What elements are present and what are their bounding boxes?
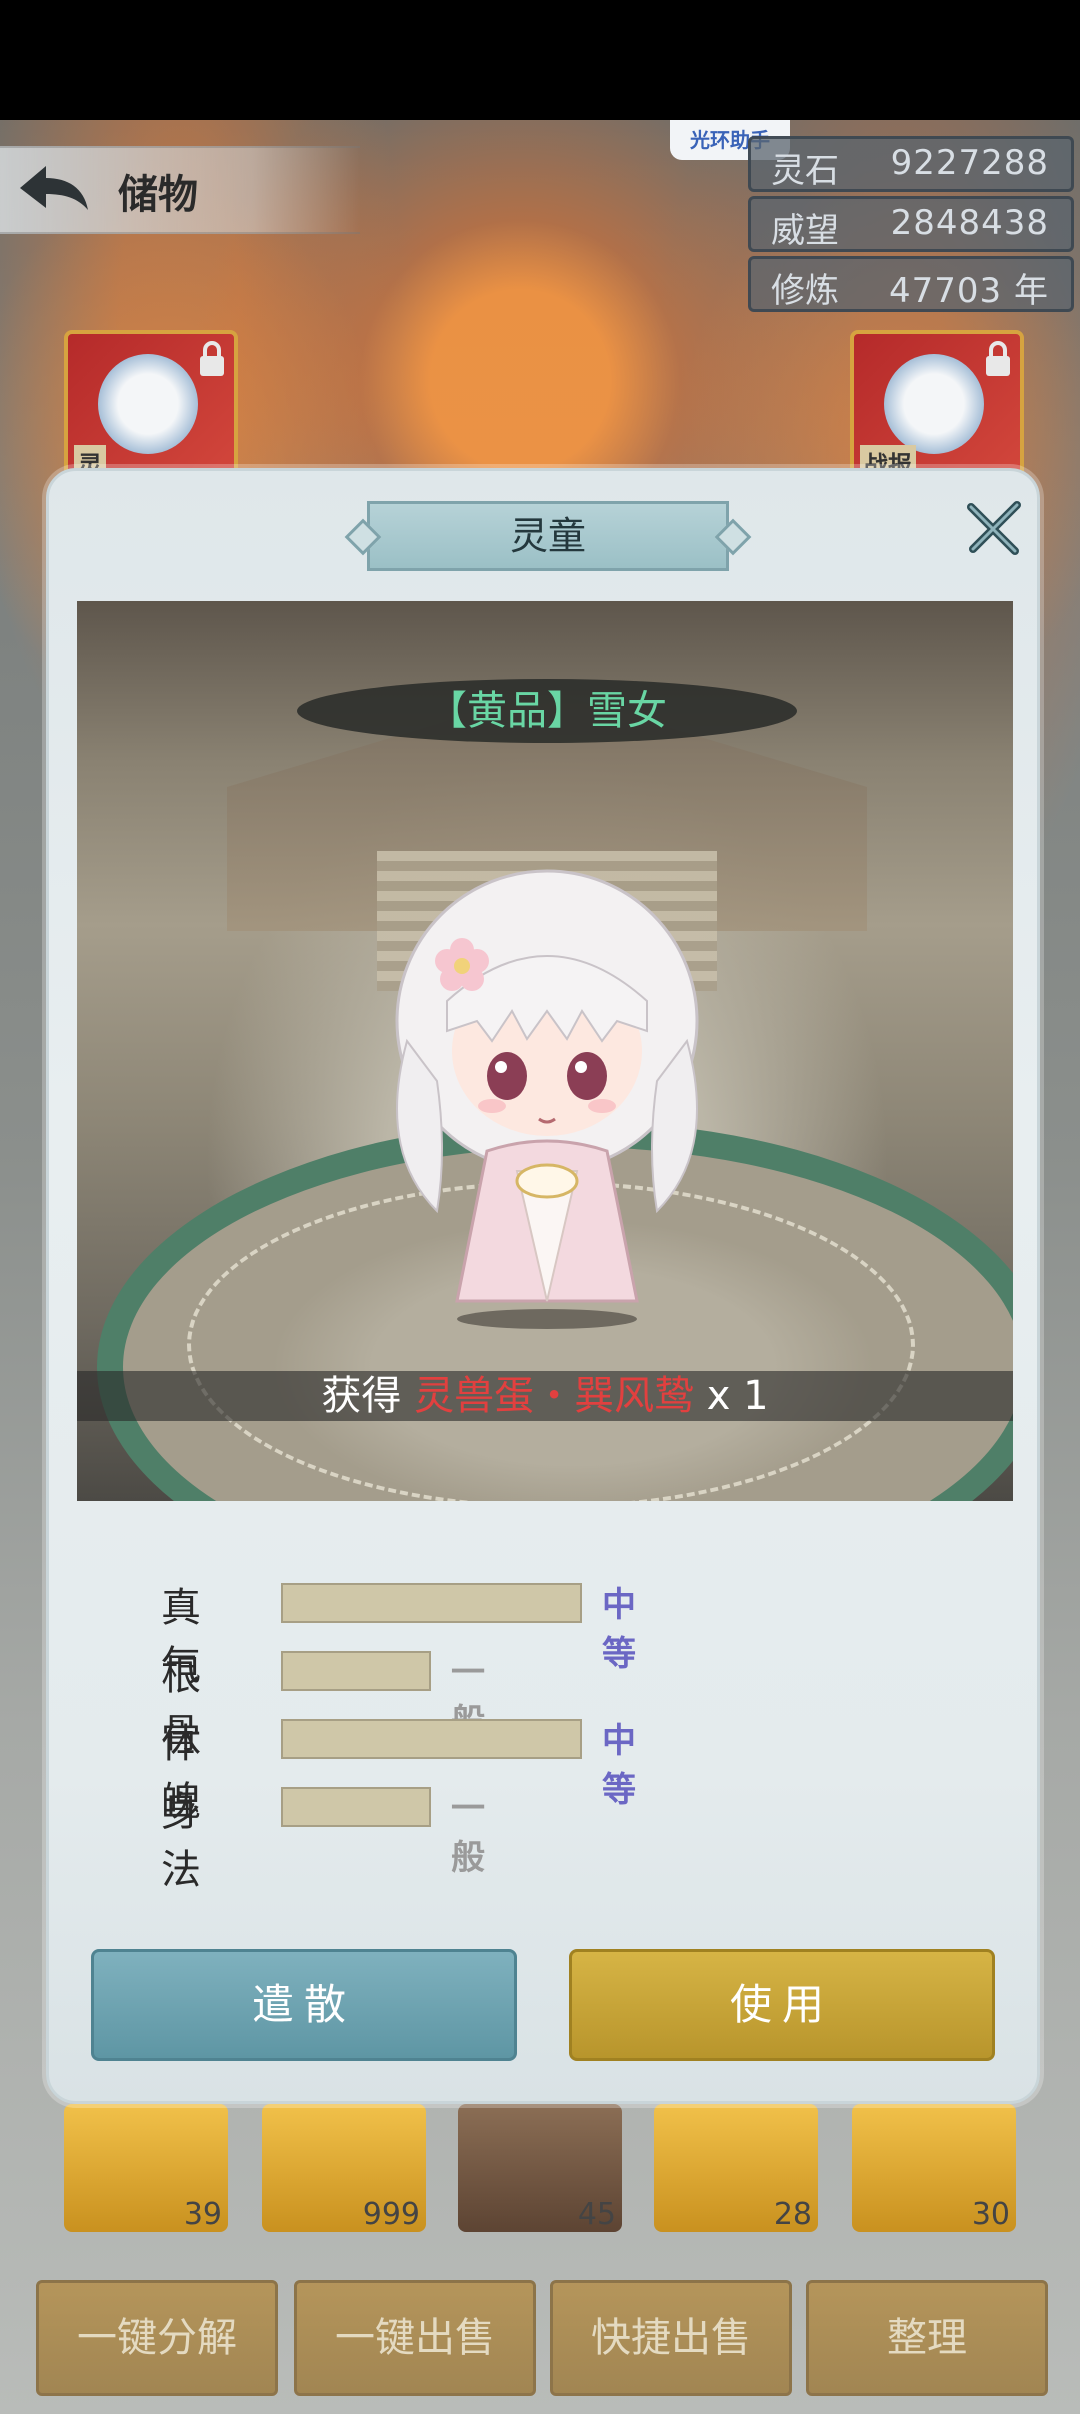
back-button[interactable] bbox=[12, 158, 92, 222]
item-count: 45 bbox=[577, 2197, 616, 2232]
resource-label: 威望 bbox=[771, 211, 839, 251]
bracelet-icon bbox=[884, 354, 984, 454]
resource-label: 修炼 bbox=[771, 271, 839, 311]
reward-quantity: x 1 bbox=[694, 1373, 769, 1419]
resource-spirit-stone: 灵石 9227288 bbox=[748, 136, 1074, 192]
inventory-chest[interactable]: 45 bbox=[458, 2104, 622, 2232]
reward-message: 获得 灵兽蛋・巽风鸷 x 1 bbox=[77, 1371, 1013, 1421]
spirit-child-dialog: 灵童 【黄品】雪女 获得 灵兽蛋・巽风鸷 x 1 真气 中等 根骨 一 体魄 中… bbox=[46, 468, 1040, 2104]
equipment-slot-right[interactable]: 战报 bbox=[850, 330, 1024, 488]
close-button[interactable] bbox=[963, 497, 1025, 559]
equipment-slot-left[interactable]: 灵 bbox=[64, 330, 238, 488]
one-click-decompose-button[interactable]: 一键分解 bbox=[36, 2280, 278, 2396]
dismiss-button[interactable]: 遣散 bbox=[91, 1949, 517, 2061]
use-button[interactable]: 使用 bbox=[569, 1949, 995, 2061]
resource-value: 2848438 bbox=[890, 203, 1049, 243]
resource-value: 9227288 bbox=[890, 143, 1049, 183]
close-icon bbox=[967, 501, 1021, 555]
lock-icon bbox=[200, 341, 224, 376]
character-portrait: 【黄品】雪女 获得 灵兽蛋・巽风鸷 x 1 bbox=[77, 601, 1013, 1501]
stat-bar bbox=[281, 1583, 582, 1623]
resource-label: 灵石 bbox=[771, 151, 839, 191]
organize-button[interactable]: 整理 bbox=[806, 2280, 1048, 2396]
dialog-title: 灵童 bbox=[367, 501, 729, 571]
stat-bar bbox=[281, 1787, 431, 1827]
inventory-chest[interactable]: 39 bbox=[64, 2104, 228, 2232]
stat-grade: 中等 bbox=[602, 1585, 636, 1674]
inventory-chest[interactable]: 999 bbox=[262, 2104, 426, 2232]
stat-grade: 中等 bbox=[602, 1721, 636, 1810]
lock-icon bbox=[986, 341, 1010, 376]
stat-bar bbox=[281, 1719, 582, 1759]
inventory-chest[interactable]: 30 bbox=[852, 2104, 1016, 2232]
stat-bar bbox=[281, 1651, 431, 1691]
inventory-chest[interactable]: 28 bbox=[654, 2104, 818, 2232]
back-arrow-icon bbox=[20, 166, 88, 210]
status-bar bbox=[0, 0, 1080, 120]
resource-prestige: 威望 2848438 bbox=[748, 196, 1074, 252]
chibi-character-image bbox=[377, 851, 717, 1331]
quick-sell-button[interactable]: 快捷出售 bbox=[550, 2280, 792, 2396]
item-count: 39 bbox=[183, 2197, 222, 2232]
stat-label: 身法 bbox=[161, 1789, 201, 1893]
character-name: 【黄品】雪女 bbox=[297, 679, 797, 743]
crane-icon bbox=[98, 354, 198, 454]
item-count: 999 bbox=[362, 2197, 420, 2232]
item-count: 28 bbox=[773, 2197, 812, 2232]
one-click-sell-button[interactable]: 一键出售 bbox=[294, 2280, 536, 2396]
reward-prefix: 获得 bbox=[321, 1373, 415, 1419]
resource-cultivation: 修炼 47703 年 bbox=[748, 256, 1074, 312]
resource-value: 47703 年 bbox=[889, 271, 1049, 311]
stat-grade: 一般 bbox=[451, 1789, 485, 1878]
title-bar: 储物 bbox=[0, 146, 360, 234]
page-title: 储物 bbox=[118, 172, 198, 218]
item-count: 30 bbox=[971, 2197, 1010, 2232]
reward-item: 灵兽蛋・巽风鸷 bbox=[414, 1373, 695, 1419]
